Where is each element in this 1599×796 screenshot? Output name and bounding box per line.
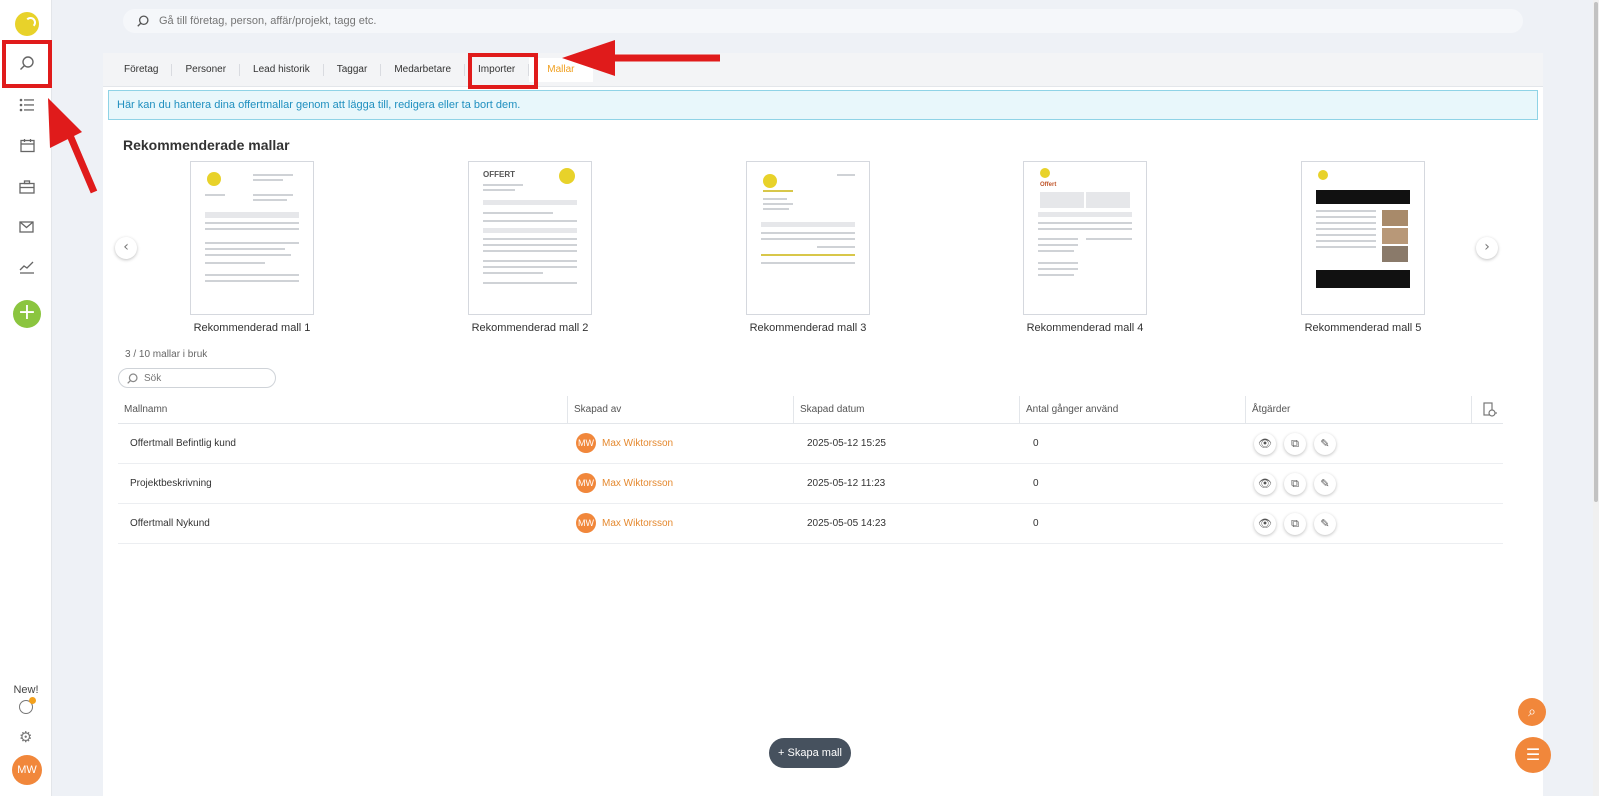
recommended-template[interactable]: Offert Rekommenderad mall 4 bbox=[1023, 161, 1147, 334]
recommended-template[interactable]: Rekommenderad mall 1 bbox=[190, 161, 314, 334]
create-template-label: Skapa mall bbox=[787, 747, 842, 759]
template-label: Rekommenderad mall 1 bbox=[193, 322, 311, 334]
templates-table: Mallnamn Skapad av Skapad datum Antal gå… bbox=[118, 396, 1503, 544]
main-panel: Företag Personer Lead historik Taggar Me… bbox=[103, 53, 1543, 796]
chart-icon[interactable] bbox=[14, 254, 40, 280]
usage-count-cell: 0 bbox=[1033, 478, 1039, 489]
template-name[interactable]: Projektbeskrivning bbox=[130, 464, 212, 504]
template-label: Rekommenderad mall 4 bbox=[1026, 322, 1144, 334]
template-name[interactable]: Offertmall Befintlig kund bbox=[130, 424, 236, 464]
column-header[interactable]: Skapad av bbox=[568, 396, 794, 424]
avatar: MW bbox=[576, 513, 596, 534]
template-label: Rekommenderad mall 5 bbox=[1304, 322, 1422, 334]
global-search-input[interactable] bbox=[159, 15, 1159, 27]
usage-count-cell: 0 bbox=[1033, 518, 1039, 529]
template-heading: Offert bbox=[1040, 182, 1057, 188]
creator-name[interactable]: Max Wiktorsson bbox=[602, 518, 673, 529]
template-heading: OFFERT bbox=[483, 170, 515, 179]
template-thumbnail bbox=[746, 161, 870, 315]
app-logo[interactable] bbox=[15, 12, 39, 36]
edit-icon[interactable]: ✎ bbox=[1314, 513, 1336, 535]
table-row[interactable]: Offertmall Nykund MW Max Wiktorsson 2025-… bbox=[118, 504, 1503, 544]
copy-icon[interactable]: ⧉ bbox=[1284, 433, 1306, 455]
created-date: 2025-05-12 11:23 bbox=[807, 478, 886, 489]
usage-count: 3 / 10 mallar i bruk bbox=[125, 349, 208, 360]
template-label: Rekommenderad mall 2 bbox=[471, 322, 589, 334]
copy-icon[interactable]: ⧉ bbox=[1284, 473, 1306, 495]
creator-cell: MW Max Wiktorsson bbox=[576, 464, 673, 504]
annotation-box-search bbox=[2, 40, 52, 88]
whats-new-icon[interactable] bbox=[19, 697, 36, 714]
template-search[interactable] bbox=[118, 368, 276, 388]
column-settings-icon[interactable] bbox=[1482, 402, 1498, 421]
user-avatar[interactable]: MW bbox=[12, 755, 42, 785]
create-template-button[interactable]: + Skapa mall bbox=[769, 738, 851, 768]
eye-icon[interactable]: 👁 bbox=[1254, 433, 1276, 455]
table-row[interactable]: Offertmall Befintlig kund MW Max Wiktorss… bbox=[118, 424, 1503, 464]
column-header[interactable]: Mallnamn bbox=[118, 396, 568, 424]
page-scrollbar[interactable] bbox=[1593, 0, 1599, 796]
global-search[interactable] bbox=[123, 9, 1523, 33]
template-thumbnail bbox=[190, 161, 314, 315]
recommended-template[interactable]: Rekommenderad mall 5 bbox=[1301, 161, 1425, 334]
column-header: Åtgärder bbox=[1246, 396, 1472, 424]
annotation-arrow-up bbox=[48, 98, 98, 194]
column-header[interactable]: Skapad datum bbox=[794, 396, 1020, 424]
briefcase-icon[interactable] bbox=[14, 174, 40, 200]
table-row[interactable]: Projektbeskrivning MW Max Wiktorsson 2025… bbox=[118, 464, 1503, 504]
annotation-box-mallar bbox=[468, 53, 538, 89]
template-thumbnail: Offert bbox=[1023, 161, 1147, 315]
template-label: Rekommenderad mall 3 bbox=[749, 322, 867, 334]
tab-lead-historik[interactable]: Lead historik bbox=[240, 63, 324, 76]
search-icon bbox=[127, 372, 138, 384]
search-help-icon[interactable]: ⌕ bbox=[1518, 698, 1546, 726]
template-search-input[interactable] bbox=[144, 372, 264, 384]
list-icon[interactable] bbox=[14, 92, 40, 118]
edit-icon[interactable]: ✎ bbox=[1314, 433, 1336, 455]
tab-foretag[interactable]: Företag bbox=[111, 63, 173, 76]
copy-icon[interactable]: ⧉ bbox=[1284, 513, 1306, 535]
eye-icon[interactable]: 👁 bbox=[1254, 513, 1276, 535]
template-thumbnail: OFFERT bbox=[468, 161, 592, 315]
tab-bar: Företag Personer Lead historik Taggar Me… bbox=[103, 53, 1543, 87]
plus-icon: + bbox=[778, 747, 788, 759]
tab-taggar[interactable]: Taggar bbox=[324, 63, 382, 76]
section-title: Rekommenderade mallar bbox=[123, 137, 290, 153]
annotation-arrow-left bbox=[562, 40, 720, 76]
new-label: New! bbox=[13, 684, 39, 696]
calendar-icon[interactable] bbox=[14, 132, 40, 158]
add-button[interactable]: + bbox=[13, 300, 41, 328]
tab-medarbetare[interactable]: Medarbetare bbox=[381, 63, 466, 76]
usage-count-cell: 0 bbox=[1033, 438, 1039, 449]
avatar: MW bbox=[576, 433, 596, 454]
recommended-template[interactable]: OFFERT Rekommenderad mall 2 bbox=[468, 161, 592, 334]
table-header: Mallnamn Skapad av Skapad datum Antal gå… bbox=[118, 396, 1503, 424]
recommended-template[interactable]: Rekommenderad mall 3 bbox=[746, 161, 870, 334]
carousel-prev-icon[interactable]: ‹ bbox=[115, 237, 137, 259]
template-thumbnail bbox=[1301, 161, 1425, 315]
column-header[interactable]: Antal gånger använd bbox=[1020, 396, 1246, 424]
created-date: 2025-05-05 14:23 bbox=[807, 518, 886, 529]
tab-personer[interactable]: Personer bbox=[172, 63, 241, 76]
avatar: MW bbox=[576, 473, 596, 494]
created-date: 2025-05-12 15:25 bbox=[807, 438, 886, 449]
creator-cell: MW Max Wiktorsson bbox=[576, 504, 673, 544]
creator-cell: MW Max Wiktorsson bbox=[576, 424, 673, 464]
gear-icon[interactable]: ⚙ bbox=[19, 728, 32, 746]
edit-icon[interactable]: ✎ bbox=[1314, 473, 1336, 495]
creator-name[interactable]: Max Wiktorsson bbox=[602, 438, 673, 449]
search-icon bbox=[137, 15, 149, 27]
mail-icon[interactable] bbox=[14, 214, 40, 240]
info-banner: Här kan du hantera dina offertmallar gen… bbox=[108, 90, 1538, 120]
template-name[interactable]: Offertmall Nykund bbox=[130, 504, 210, 544]
creator-name[interactable]: Max Wiktorsson bbox=[602, 478, 673, 489]
carousel-next-icon[interactable]: › bbox=[1476, 237, 1498, 259]
eye-icon[interactable]: 👁 bbox=[1254, 473, 1276, 495]
chat-icon[interactable]: ☰ bbox=[1515, 737, 1551, 773]
